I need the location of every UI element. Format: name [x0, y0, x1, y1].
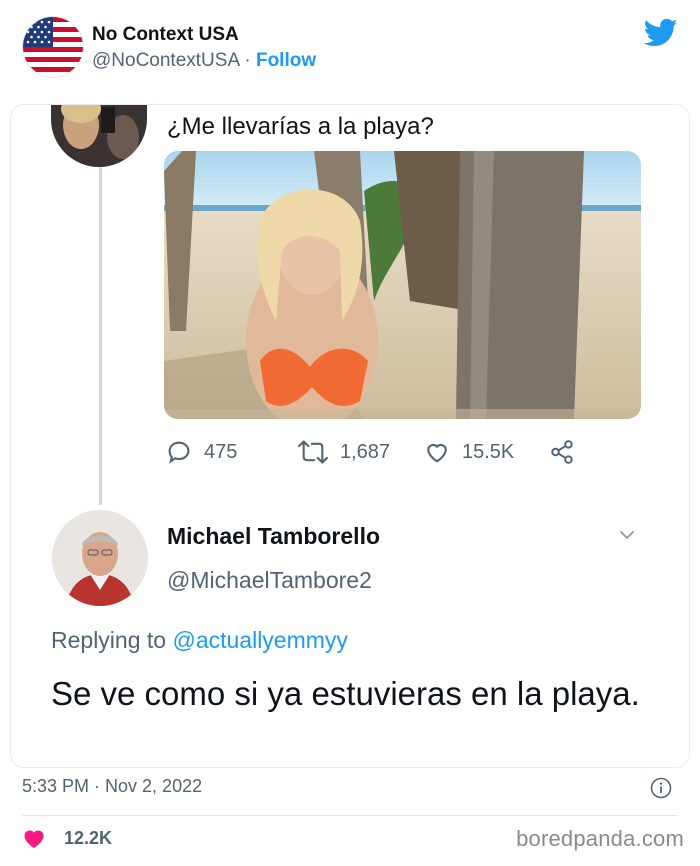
thread-line: [99, 167, 102, 505]
tweet-header: No Context USA @NoContextUSA · Follow: [0, 0, 700, 100]
original-author-avatar: [51, 105, 147, 167]
like-count: 15.5K: [462, 440, 515, 463]
twitter-bird-icon[interactable]: [644, 18, 678, 48]
separator-dot: ·: [244, 50, 251, 71]
watermark: boredpanda.com: [516, 826, 684, 851]
reply-author-avatar[interactable]: [52, 510, 148, 606]
embedded-screenshot: ¿Me llevarías a la playa? 475 1,687 15.5…: [10, 104, 690, 768]
heart-icon: [24, 830, 44, 848]
beach-photo[interactable]: [164, 151, 641, 419]
chevron-down-icon[interactable]: [617, 525, 637, 545]
reply-author-handle[interactable]: @MichaelTambore2: [167, 567, 372, 594]
original-tweet-text: ¿Me llevarías a la playa?: [167, 113, 434, 140]
replying-to-mention[interactable]: @actuallyemmyy: [172, 627, 347, 653]
replying-to-line: Replying to @actuallyemmyy: [51, 627, 348, 654]
reply-action[interactable]: 475: [164, 437, 237, 467]
tweet-timestamp[interactable]: 5:33 PM · Nov 2, 2022: [22, 776, 202, 797]
retweet-action[interactable]: 1,687: [296, 437, 390, 467]
reply-icon: [168, 441, 190, 464]
replying-to-prefix: Replying to: [51, 627, 167, 653]
reply-count: 475: [204, 440, 238, 463]
heart-outline-icon: [427, 443, 447, 463]
follow-button[interactable]: Follow: [256, 50, 316, 71]
retweet-icon: [297, 440, 329, 464]
reply-tweet-text: Se ve como si ya estuvieras en la playa.: [51, 675, 640, 712]
info-icon[interactable]: [650, 777, 672, 799]
like-stat[interactable]: 12.2K: [22, 826, 112, 850]
account-name[interactable]: No Context USA: [92, 24, 239, 46]
share-icon: [551, 440, 573, 464]
like-action[interactable]: 15.5K: [422, 437, 514, 467]
handle-line: @NoContextUSA · Follow: [92, 50, 316, 72]
account-handle[interactable]: @NoContextUSA: [92, 50, 239, 71]
tweet-actions: 475 1,687 15.5K: [164, 437, 584, 467]
us-flag-icon[interactable]: [22, 16, 84, 78]
retweet-count: 1,687: [340, 440, 391, 463]
outer-like-count: 12.2K: [64, 827, 113, 848]
footer-divider: [22, 815, 678, 816]
share-action[interactable]: [548, 437, 586, 467]
reply-author-name[interactable]: Michael Tamborello: [167, 523, 380, 550]
